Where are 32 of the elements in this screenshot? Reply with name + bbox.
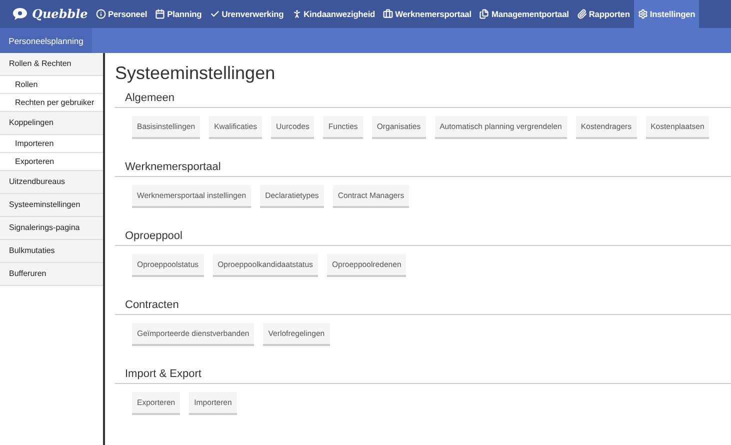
sidebar-item[interactable]: Bulkmutaties xyxy=(0,240,103,263)
info-icon xyxy=(96,9,106,19)
check-icon xyxy=(210,9,220,19)
section-heading: Algemeen xyxy=(115,92,731,108)
settings-icon xyxy=(638,9,648,19)
nav-tab[interactable]: Managementportaal xyxy=(475,0,573,28)
section-heading: Contracten xyxy=(115,299,731,315)
person-icon xyxy=(292,9,302,19)
sidebar-item[interactable]: Uitzendbureaus xyxy=(0,171,103,194)
app-subtitle: Personeelsplanning xyxy=(0,28,92,53)
logo-text: Quebble xyxy=(32,7,88,21)
nav-tab[interactable]: Kindaanwezigheid xyxy=(288,0,380,28)
paperclip-icon xyxy=(576,9,587,19)
nav-tab[interactable]: Personeel xyxy=(92,0,152,28)
sidebar-item[interactable]: Signalerings-pagina xyxy=(0,217,103,240)
page-title: Systeeminstellingen xyxy=(115,63,276,84)
sidebar-item[interactable]: Rollen & Rechten xyxy=(0,53,103,76)
nav-tab[interactable]: Urenverwerking xyxy=(206,0,288,28)
nav-tab[interactable]: Instellingen xyxy=(634,0,700,28)
documents-icon xyxy=(479,9,490,19)
nav-tab[interactable]: Planning xyxy=(151,0,206,28)
sidebar-item[interactable]: Koppelingen xyxy=(0,112,103,135)
sidebar-item[interactable]: Systeeminstellingen xyxy=(0,194,103,217)
section-heading: Oproeppool xyxy=(115,230,731,246)
sidebar-item[interactable]: Bufferuren xyxy=(0,263,103,286)
nav-tab[interactable]: Werknemersportaal xyxy=(379,0,476,28)
section-heading: Import & Export xyxy=(115,368,731,384)
calendar-icon xyxy=(155,9,166,19)
speech-bubble-icon xyxy=(12,7,28,21)
section-heading: Werknemersportaal xyxy=(115,161,731,177)
nav-tab[interactable]: Rapporten xyxy=(572,0,634,28)
briefcase-icon xyxy=(383,9,394,19)
